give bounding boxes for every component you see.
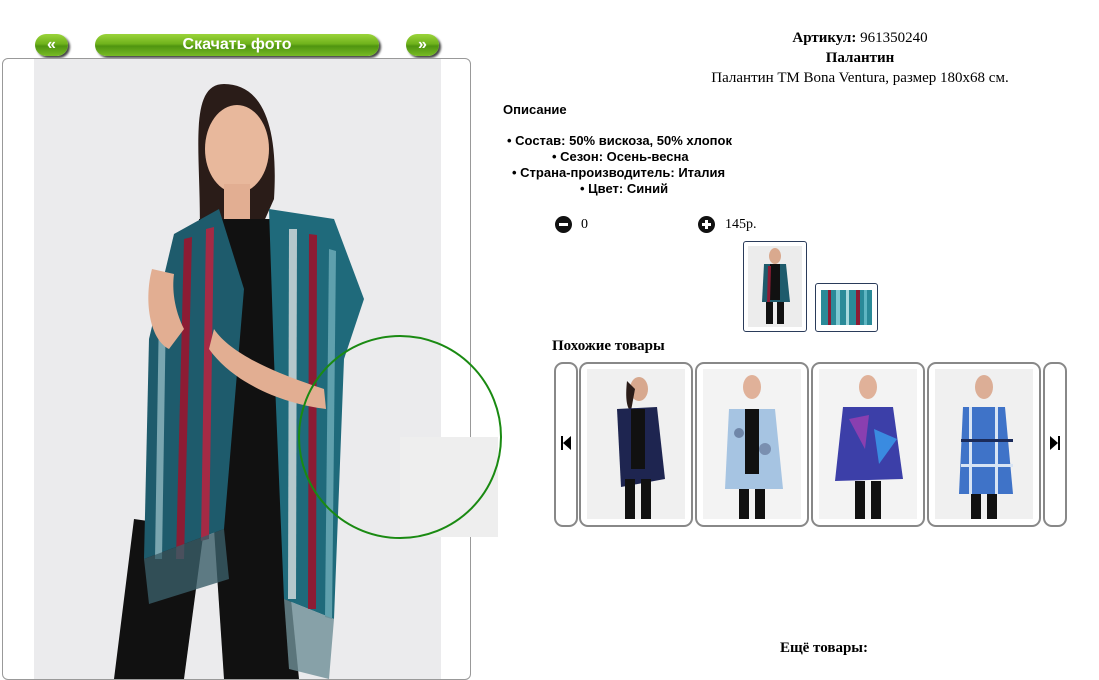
spec-text: Состав: 50% вискоза, 50% хлопок [515,133,732,148]
spec-text: Сезон: Осень-весна [560,149,689,164]
spec-item-composition: • Состав: 50% вискоза, 50% хлопок [507,133,732,148]
quantity-value: 0 [581,217,588,232]
similar-product-card[interactable] [695,362,809,527]
spec-item-color: • Цвет: Синий [580,181,669,196]
carousel-prev-button[interactable] [554,362,578,527]
decrease-quantity-icon[interactable] [555,216,572,233]
thumbnail-fabric-image [821,290,872,325]
photo-thumbnail-fabric[interactable] [815,283,878,332]
product-title: Палантин [825,50,895,66]
article-number: Артикул: 961350240 [620,30,1099,47]
skip-forward-icon [1050,436,1060,450]
article-label: Артикул: [792,30,857,46]
purple-blue-scarf-product-photo [819,369,917,519]
similar-products-heading: Похожие товары [552,338,665,354]
spec-text: Страна-производитель: Италия [520,165,726,180]
product-image [703,369,801,519]
magnifier-lens[interactable] [298,335,502,539]
thumbnail-model-image [748,246,802,327]
price-value: 145р. [725,217,757,232]
light-blue-scarf-product-photo [703,369,801,519]
next-photo-button[interactable]: » [406,34,439,56]
more-products-heading: Ещё товары: [779,640,869,656]
spec-item-country: • Страна-производитель: Италия [512,165,726,180]
article-value: 961350240 [860,30,928,46]
carousel-next-button[interactable] [1043,362,1067,527]
increase-quantity-icon[interactable] [698,216,715,233]
description-heading: Описание [503,102,567,117]
product-subtitle: Палантин ТМ Bona Ventura, размер 180х68 … [711,70,1009,86]
photo-thumbnail-model[interactable] [743,241,807,332]
blue-plaid-scarf-product-photo [935,369,1033,519]
prev-photo-button[interactable]: « [35,34,68,56]
similar-product-card[interactable] [811,362,925,527]
skip-back-icon [561,436,571,450]
navy-scarf-product-photo [587,369,685,519]
similar-product-card[interactable] [927,362,1041,527]
download-photo-button[interactable]: Скачать фото [95,34,379,56]
spec-item-season: • Сезон: Осень-весна [552,149,689,164]
product-image [819,369,917,519]
product-image [935,369,1033,519]
similar-product-card[interactable] [579,362,693,527]
spec-text: Цвет: Синий [588,181,669,196]
product-image [587,369,685,519]
